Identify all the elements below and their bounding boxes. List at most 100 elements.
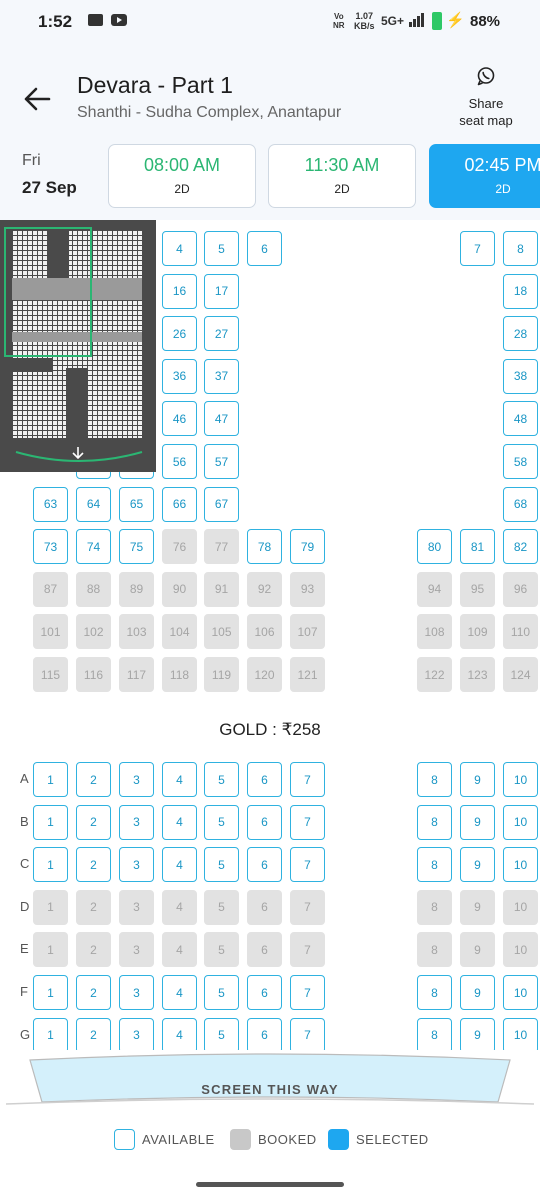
- seat-available[interactable]: 1: [33, 975, 68, 1010]
- seat-available[interactable]: 67: [204, 486, 239, 522]
- seat-available[interactable]: 79: [290, 529, 325, 565]
- seat-available[interactable]: 1: [33, 847, 68, 883]
- seat-available[interactable]: 5: [204, 762, 239, 797]
- seat-available[interactable]: 3: [119, 1017, 154, 1050]
- seat-available[interactable]: 8: [417, 804, 452, 840]
- seat-available[interactable]: 6: [247, 804, 282, 840]
- seat-available[interactable]: 8: [417, 1017, 452, 1050]
- seat-available[interactable]: 5: [204, 231, 239, 266]
- row-label: A: [20, 771, 29, 786]
- date-date[interactable]: 27 Sep: [22, 178, 77, 198]
- seat-available[interactable]: 8: [417, 975, 452, 1010]
- share-seat-map-button[interactable]: Share seat map: [448, 66, 524, 129]
- showtime-card[interactable]: 08:00 AM 2D: [108, 144, 256, 208]
- seat-available[interactable]: 38: [503, 358, 538, 394]
- seat-available[interactable]: 68: [503, 486, 538, 522]
- seat-available[interactable]: 9: [460, 1017, 495, 1050]
- seat-available[interactable]: 7: [290, 762, 325, 797]
- seat-available[interactable]: 65: [119, 486, 154, 522]
- seat-available[interactable]: 10: [503, 847, 538, 883]
- seat-available[interactable]: 10: [503, 975, 538, 1010]
- seat-available[interactable]: 8: [417, 762, 452, 797]
- seat-available[interactable]: 9: [460, 804, 495, 840]
- seat-available[interactable]: 4: [162, 762, 197, 797]
- seat-available[interactable]: 64: [76, 486, 111, 522]
- seat-available[interactable]: 10: [503, 804, 538, 840]
- seat-available[interactable]: 6: [247, 231, 282, 266]
- seat-minimap[interactable]: [0, 220, 156, 472]
- seat-available[interactable]: 7: [290, 975, 325, 1010]
- seat-available[interactable]: 7: [290, 1017, 325, 1050]
- seat-available[interactable]: 74: [76, 529, 111, 565]
- seat-available[interactable]: 82: [503, 529, 538, 565]
- seat-available[interactable]: 47: [204, 401, 239, 437]
- back-arrow-icon[interactable]: [22, 84, 52, 114]
- seat-available[interactable]: 8: [417, 847, 452, 883]
- seat-available[interactable]: 9: [460, 762, 495, 797]
- seat-available[interactable]: 28: [503, 316, 538, 352]
- seat-available[interactable]: 7: [290, 847, 325, 883]
- seat-available[interactable]: 4: [162, 804, 197, 840]
- seat-available[interactable]: 26: [162, 316, 197, 352]
- seat-available[interactable]: 66: [162, 486, 197, 522]
- seat-available[interactable]: 10: [503, 1017, 538, 1050]
- seat-available[interactable]: 6: [247, 1017, 282, 1050]
- seat-available[interactable]: 5: [204, 847, 239, 883]
- seat-booked: 76: [162, 529, 197, 565]
- seat-available[interactable]: 2: [76, 847, 111, 883]
- seat-available[interactable]: 4: [162, 1017, 197, 1050]
- whatsapp-icon: [477, 67, 495, 86]
- seat-available[interactable]: 78: [247, 529, 282, 565]
- seat-available[interactable]: 1: [33, 1017, 68, 1050]
- seat-available[interactable]: 57: [204, 444, 239, 479]
- seat-available[interactable]: 3: [119, 847, 154, 883]
- seat-available[interactable]: 3: [119, 762, 154, 797]
- showtime-card-selected[interactable]: 02:45 PM 2D: [429, 144, 540, 208]
- seat-available[interactable]: 7: [290, 804, 325, 840]
- seat-available[interactable]: 9: [460, 975, 495, 1010]
- seat-available[interactable]: 5: [204, 1017, 239, 1050]
- seat-booked: 87: [33, 571, 68, 607]
- seat-available[interactable]: 46: [162, 401, 197, 437]
- minimap-viewport[interactable]: [4, 227, 92, 357]
- seat-available[interactable]: 56: [162, 444, 197, 479]
- seat-available[interactable]: 58: [503, 444, 538, 479]
- seat-available[interactable]: 80: [417, 529, 452, 565]
- seat-available[interactable]: 73: [33, 529, 68, 565]
- app-header: Devara - Part 1 Shanthi - Sudha Complex,…: [0, 44, 540, 140]
- seat-available[interactable]: 3: [119, 975, 154, 1010]
- seat-available[interactable]: 48: [503, 401, 538, 437]
- status-time: 1:52: [38, 12, 73, 31]
- seat-available[interactable]: 8: [503, 231, 538, 266]
- seat-available[interactable]: 1: [33, 762, 68, 797]
- seat-available[interactable]: 4: [162, 231, 197, 266]
- status-bar: 1:52 Vo NR 1.07 KB/s 5G+ ⚡ 88%: [0, 0, 540, 44]
- seat-available[interactable]: 1: [33, 804, 68, 840]
- seat-available[interactable]: 3: [119, 804, 154, 840]
- seat-available[interactable]: 81: [460, 529, 495, 565]
- seat-available[interactable]: 75: [119, 529, 154, 565]
- seat-available[interactable]: 2: [76, 804, 111, 840]
- seat-available[interactable]: 17: [204, 273, 239, 309]
- seat-available[interactable]: 10: [503, 762, 538, 797]
- seat-available[interactable]: 2: [76, 1017, 111, 1050]
- seat-available[interactable]: 9: [460, 847, 495, 883]
- seat-available[interactable]: 6: [247, 847, 282, 883]
- seat-available[interactable]: 27: [204, 316, 239, 352]
- seat-available[interactable]: 6: [247, 762, 282, 797]
- row-label: G: [20, 1026, 31, 1042]
- seat-available[interactable]: 5: [204, 804, 239, 840]
- seat-available[interactable]: 7: [460, 231, 495, 266]
- seat-available[interactable]: 63: [33, 486, 68, 522]
- seat-available[interactable]: 18: [503, 273, 538, 309]
- seat-available[interactable]: 16: [162, 273, 197, 309]
- seat-available[interactable]: 36: [162, 358, 197, 394]
- seat-available[interactable]: 2: [76, 762, 111, 797]
- seat-available[interactable]: 4: [162, 975, 197, 1010]
- seat-available[interactable]: 4: [162, 847, 197, 883]
- showtime-card[interactable]: 11:30 AM 2D: [268, 144, 416, 208]
- seat-available[interactable]: 2: [76, 975, 111, 1010]
- seat-available[interactable]: 37: [204, 358, 239, 394]
- seat-available[interactable]: 5: [204, 975, 239, 1010]
- seat-available[interactable]: 6: [247, 975, 282, 1010]
